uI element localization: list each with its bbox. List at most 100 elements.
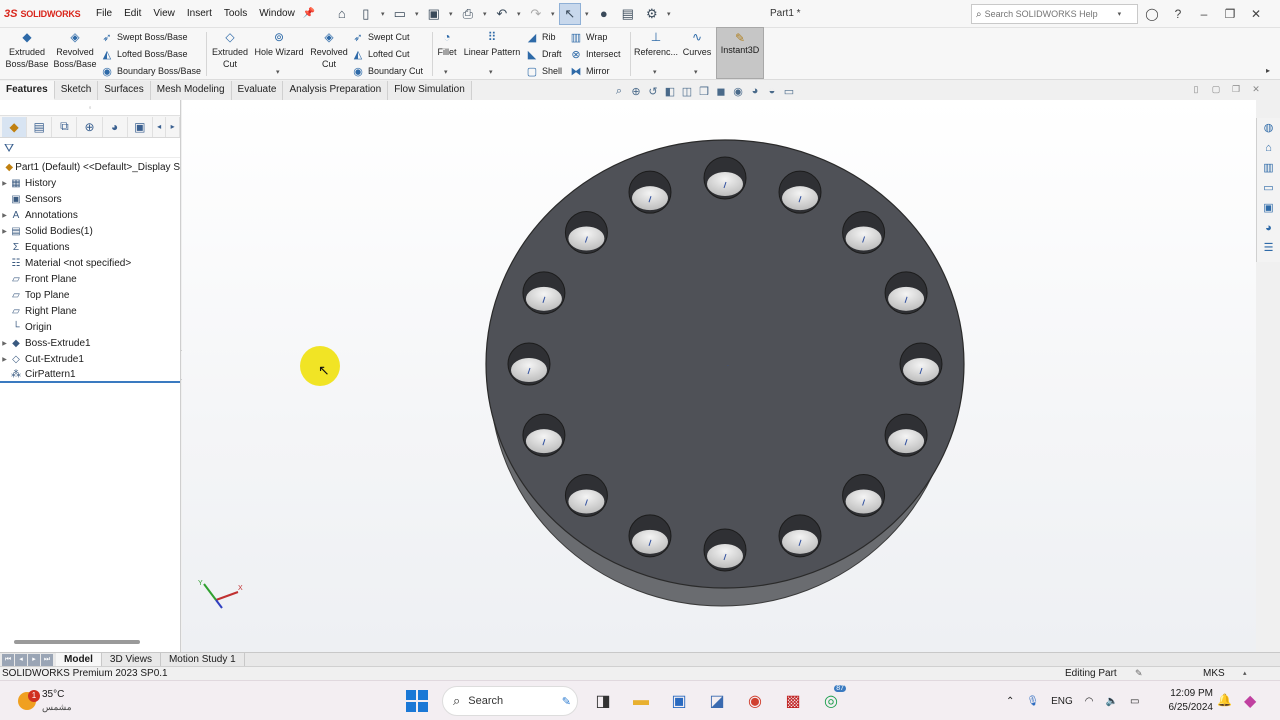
previous-view-icon[interactable]: ↺ bbox=[646, 85, 660, 98]
solidworks-resources-icon[interactable]: ◍ bbox=[1260, 120, 1278, 137]
view-palette-icon[interactable]: ▣ bbox=[1260, 200, 1278, 217]
next-tab-icon[interactable]: ▸ bbox=[28, 653, 40, 666]
save-dropdown-icon[interactable]: ▾ bbox=[447, 10, 455, 18]
rebuild-status-icon[interactable]: ✎ bbox=[1135, 667, 1143, 680]
boundary-cut-button[interactable]: ◉ Boundary Cut bbox=[352, 63, 423, 79]
file-explorer-icon[interactable]: ▭ bbox=[1260, 180, 1278, 197]
search-dropdown-icon[interactable]: ▾ bbox=[1118, 10, 1122, 18]
tab-mesh-modeling[interactable]: Mesh Modeling bbox=[150, 81, 232, 100]
prev-tab-icon[interactable]: ◂ bbox=[15, 653, 27, 666]
cam-manager-tab-icon[interactable]: ▣ bbox=[128, 116, 153, 137]
print-icon[interactable]: ⎙ bbox=[457, 3, 479, 25]
file-explorer-folder-icon[interactable]: ▬ bbox=[622, 685, 660, 717]
print-dropdown-icon[interactable]: ▾ bbox=[481, 10, 489, 18]
menu-view[interactable]: View bbox=[147, 0, 181, 28]
help-search-box[interactable]: ⌕ ▾ bbox=[971, 4, 1138, 24]
expand-arrow-icon[interactable]: ▶ bbox=[0, 228, 9, 235]
solidworks-logo[interactable]: 3S SOLIDWORKS bbox=[0, 8, 90, 20]
tab-evaluate[interactable]: Evaluate bbox=[231, 81, 284, 100]
notification-bell-icon[interactable]: 🔔 bbox=[1217, 693, 1232, 707]
first-tab-icon[interactable]: ⏮ bbox=[2, 653, 14, 666]
tree-node-sensors[interactable]: ▣ Sensors bbox=[0, 191, 180, 207]
fillet-dropdown-icon[interactable]: ▾ bbox=[444, 68, 448, 76]
hole-wizard-button[interactable]: ⊚ Hole Wizard bbox=[253, 30, 305, 58]
file-properties-icon[interactable]: ▤ bbox=[617, 3, 639, 25]
tree-node-cut-extrude1[interactable]: ▶ ◇ Cut-Extrude1 bbox=[0, 351, 180, 367]
draft-button[interactable]: ◣ Draft bbox=[526, 46, 562, 62]
fillet-button[interactable]: ◔ Fillet bbox=[434, 30, 460, 58]
expand-arrow-icon[interactable]: ▶ bbox=[0, 340, 9, 347]
mirror-button[interactable]: ⧓ Mirror bbox=[570, 63, 610, 79]
curves-button[interactable]: ∿ Curves bbox=[681, 30, 713, 58]
document-restore-icon[interactable]: ❐ bbox=[1230, 84, 1242, 95]
tree-node-right-plane[interactable]: ▱ Right Plane bbox=[0, 303, 180, 319]
configuration-manager-tab-icon[interactable]: ⧉ bbox=[52, 116, 78, 137]
tree-node-equations[interactable]: Σ Equations bbox=[0, 239, 180, 255]
reference-geometry-button[interactable]: ⊥ Referenc... bbox=[633, 30, 679, 58]
select-dropdown-icon[interactable]: ▾ bbox=[583, 10, 591, 18]
minimize-icon[interactable]: – bbox=[1196, 7, 1212, 21]
system-clock[interactable]: 12:09 PM 6/25/2024 bbox=[1163, 687, 1214, 715]
tree-node-cirpattern1[interactable]: ⁂ CirPattern1 bbox=[0, 367, 180, 383]
rebuild-icon[interactable]: ● bbox=[593, 3, 615, 25]
linear-pattern-button[interactable]: ⠿ Linear Pattern bbox=[462, 30, 522, 58]
microsoft-store-icon[interactable]: ▣ bbox=[660, 685, 698, 717]
home-icon[interactable]: ⌂ bbox=[331, 3, 353, 25]
document-close-icon[interactable]: ✕ bbox=[1250, 84, 1262, 95]
tree-node-front-plane[interactable]: ▱ Front Plane bbox=[0, 271, 180, 287]
taskbar-search[interactable]: ⌕ Search ✎ bbox=[442, 686, 578, 716]
tray-overflow-icon[interactable]: ⌃ bbox=[1006, 696, 1014, 707]
swept-boss-button[interactable]: ➶ Swept Boss/Base bbox=[101, 29, 187, 45]
tab-surfaces[interactable]: Surfaces bbox=[98, 81, 151, 100]
chrome-icon[interactable]: ◉ bbox=[736, 685, 774, 717]
menu-insert[interactable]: Insert bbox=[181, 0, 218, 28]
start-windows-icon[interactable] bbox=[406, 690, 428, 712]
display-manager-tab-icon[interactable]: ◕ bbox=[103, 116, 128, 137]
tree-node-part[interactable]: ◆ Part1 (Default) <<Default>_Display S bbox=[0, 159, 180, 175]
tab-features[interactable]: Features bbox=[0, 81, 55, 100]
intersect-button[interactable]: ⊗ Intersect bbox=[570, 46, 620, 62]
document-minimize-icon[interactable]: ▢ bbox=[1210, 84, 1222, 95]
ribbon-overflow-arrow-icon[interactable]: ▸ bbox=[1266, 66, 1270, 75]
undo-icon[interactable]: ↶ bbox=[491, 3, 513, 25]
menu-edit[interactable]: Edit bbox=[118, 0, 147, 28]
tab-scroll-left-icon[interactable]: ◂ bbox=[153, 116, 167, 137]
revolved-cut-button[interactable]: ◈ Revolved Cut bbox=[307, 30, 351, 70]
restore-icon[interactable]: ❐ bbox=[1222, 7, 1238, 21]
tree-node-origin[interactable]: └ Origin bbox=[0, 319, 180, 335]
tab-model[interactable]: Model bbox=[56, 652, 102, 667]
expand-arrow-icon[interactable]: ▶ bbox=[0, 212, 9, 219]
select-arrow-icon[interactable]: ↖ bbox=[558, 2, 581, 25]
linear-pattern-dropdown-icon[interactable]: ▾ bbox=[489, 68, 493, 76]
hole-wizard-dropdown-icon[interactable]: ▾ bbox=[276, 68, 280, 76]
flange-model[interactable]: ˙ bbox=[182, 100, 1256, 652]
tab-3d-views[interactable]: 3D Views bbox=[102, 652, 161, 667]
tab-scroll-right-icon[interactable]: ▸ bbox=[166, 116, 180, 137]
solidworks-taskbar-icon[interactable]: ▩ bbox=[774, 685, 812, 717]
pin-menu-icon[interactable]: 📌 bbox=[303, 8, 315, 19]
open-folder-icon[interactable]: ▭ bbox=[389, 3, 411, 25]
tab-sketch[interactable]: Sketch bbox=[54, 81, 99, 100]
boundary-boss-button[interactable]: ◉ Boundary Boss/Base bbox=[101, 63, 201, 79]
apply-scene-icon[interactable]: ◒ bbox=[765, 85, 779, 97]
zoom-to-fit-icon[interactable]: ⌕ bbox=[612, 85, 626, 98]
tree-node-boss-extrude1[interactable]: ▶ ◆ Boss-Extrude1 bbox=[0, 335, 180, 351]
input-language[interactable]: ENG bbox=[1051, 696, 1073, 707]
feature-manager-tab-icon[interactable]: ◆ bbox=[2, 116, 28, 137]
edit-appearance-icon[interactable]: ◕ bbox=[748, 85, 762, 97]
menu-file[interactable]: File bbox=[90, 0, 118, 28]
tab-motion-study-1[interactable]: Motion Study 1 bbox=[161, 652, 245, 667]
shell-button[interactable]: ▢ Shell bbox=[526, 63, 562, 79]
unit-dropdown-icon[interactable]: ▴ bbox=[1243, 667, 1247, 680]
view-orientation-icon[interactable]: ❒ bbox=[697, 85, 711, 98]
reference-dropdown-icon[interactable]: ▾ bbox=[653, 68, 657, 76]
dimxpert-manager-tab-icon[interactable]: ⊕ bbox=[77, 116, 103, 137]
tree-node-top-plane[interactable]: ▱ Top Plane bbox=[0, 287, 180, 303]
wrap-button[interactable]: ▥ Wrap bbox=[570, 29, 608, 45]
menu-tools[interactable]: Tools bbox=[218, 0, 253, 28]
copilot-icon[interactable]: ◆ bbox=[1244, 691, 1256, 711]
appearances-scenes-icon[interactable]: ◕ bbox=[1260, 220, 1278, 237]
design-library-home-icon[interactable]: ⌂ bbox=[1260, 140, 1278, 157]
menu-window[interactable]: Window bbox=[253, 0, 301, 28]
panel-horizontal-scrollbar[interactable] bbox=[14, 640, 140, 644]
